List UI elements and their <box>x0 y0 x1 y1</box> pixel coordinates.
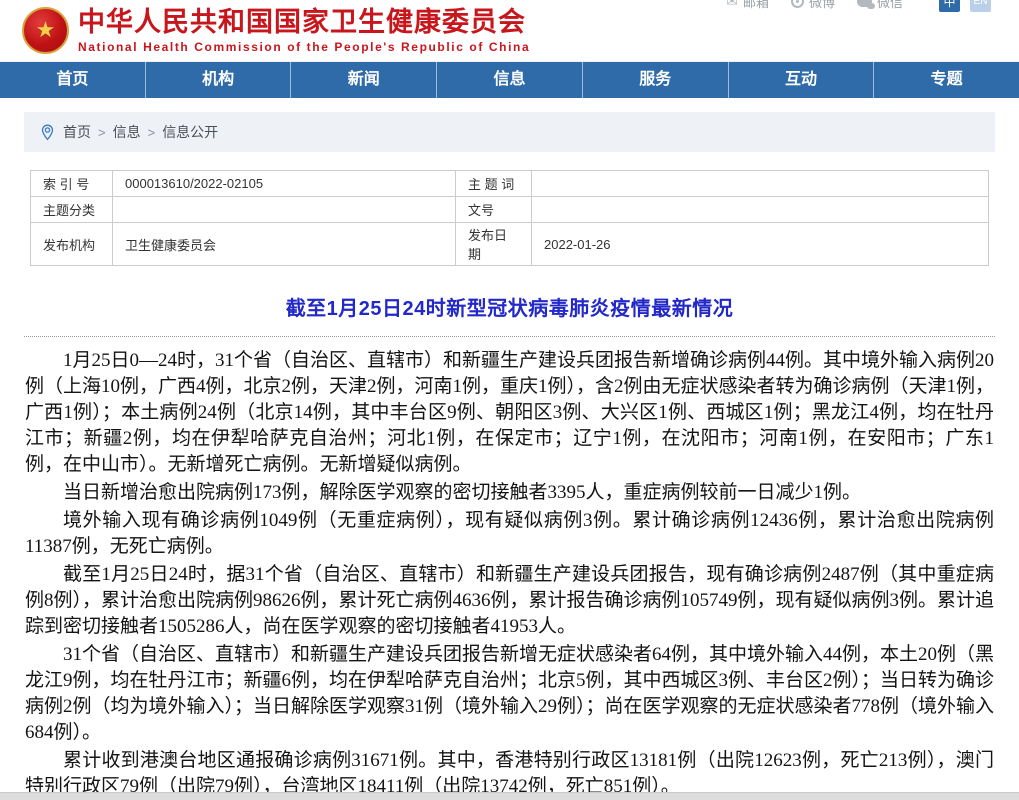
nav-item-services[interactable]: 服务 <box>582 62 728 98</box>
meta-table-row: 主题分类 文号 <box>31 197 989 223</box>
article-paragraph: 截至1月25日24时，据31个省（自治区、直辖市）和新疆生产建设兵团报告，现有确… <box>25 562 994 640</box>
breadcrumb: 首页 > 信息 > 信息公开 <box>24 112 995 152</box>
national-emblem-logo[interactable]: ★ <box>22 7 69 54</box>
breadcrumb-separator: > <box>98 125 106 140</box>
article-paragraph: 当日新增治愈出院病例173例，解除医学观察的密切接触者3395人，重症病例较前一… <box>25 480 994 506</box>
site-header: ★ 中华人民共和国国家卫生健康委员会 National Health Commi… <box>0 0 1019 62</box>
nav-item-home[interactable]: 首页 <box>0 62 145 98</box>
site-titles: 中华人民共和国国家卫生健康委员会 National Health Commiss… <box>78 6 530 54</box>
emblem-star-icon: ★ <box>36 19 56 41</box>
meta-table: 索 引 号 000013610/2022-02105 主 题 词 主题分类 文号… <box>30 170 989 266</box>
mail-link[interactable]: ✉ 邮箱 <box>726 0 769 11</box>
site-subtitle: National Health Commission of the People… <box>78 40 530 54</box>
location-pin-icon <box>41 124 54 141</box>
site-title: 中华人民共和国国家卫生健康委员会 <box>78 6 530 38</box>
meta-label-publish-date: 发布日期 <box>456 223 532 266</box>
weibo-icon <box>791 0 804 8</box>
breadcrumb-info-disclosure[interactable]: 信息公开 <box>162 122 218 142</box>
main-nav: 首页 机构 新闻 信息 服务 互动 专题 <box>0 62 1019 98</box>
article-paragraph: 31个省（自治区、直辖市）和新疆生产建设兵团报告新增无症状感染者64例，其中境外… <box>25 642 994 746</box>
nav-item-organization[interactable]: 机构 <box>145 62 291 98</box>
wechat-link-label: 微信 <box>877 0 903 11</box>
dotted-divider <box>24 336 995 337</box>
meta-label-index-number: 索 引 号 <box>31 171 113 197</box>
weibo-link[interactable]: 微博 <box>791 0 835 11</box>
lang-zh-button[interactable]: 中 <box>939 0 960 12</box>
nav-item-topics[interactable]: 专题 <box>873 62 1019 98</box>
meta-label-subject-words: 主 题 词 <box>456 171 532 197</box>
article-paragraph: 境外输入现有确诊病例1049例（无重症病例），现有疑似病例3例。累计确诊病例12… <box>25 508 994 560</box>
nav-item-information[interactable]: 信息 <box>436 62 582 98</box>
article-body: 1月25日0—24时，31个省（自治区、直辖市）和新疆生产建设兵团报告新增确诊病… <box>25 348 994 800</box>
meta-table-row: 发布机构 卫生健康委员会 发布日期 2022-01-26 <box>31 223 989 266</box>
meta-value-issuing-agency: 卫生健康委员会 <box>113 223 456 266</box>
page-title: 截至1月25日24时新型冠状病毒肺炎疫情最新情况 <box>24 292 995 321</box>
meta-value-topic-category <box>113 197 456 223</box>
meta-label-document-number: 文号 <box>456 197 532 223</box>
wechat-icon <box>857 0 872 7</box>
meta-value-index-number: 000013610/2022-02105 <box>113 171 456 197</box>
meta-label-topic-category: 主题分类 <box>31 197 113 223</box>
mail-icon: ✉ <box>726 0 738 10</box>
meta-value-subject-words <box>532 171 989 197</box>
mail-link-label: 邮箱 <box>743 0 769 11</box>
lang-en-button[interactable]: EN <box>970 0 991 12</box>
footer-strip <box>0 792 1019 800</box>
meta-value-publish-date: 2022-01-26 <box>532 223 989 266</box>
meta-value-document-number <box>532 197 989 223</box>
nav-item-interaction[interactable]: 互动 <box>728 62 874 98</box>
meta-label-issuing-agency: 发布机构 <box>31 223 113 266</box>
article-paragraph: 1月25日0—24时，31个省（自治区、直辖市）和新疆生产建设兵团报告新增确诊病… <box>25 348 994 478</box>
meta-table-row: 索 引 号 000013610/2022-02105 主 题 词 <box>31 171 989 197</box>
breadcrumb-separator: > <box>148 125 156 140</box>
weibo-link-label: 微博 <box>809 0 835 11</box>
wechat-link[interactable]: 微信 <box>857 0 903 11</box>
nav-item-news[interactable]: 新闻 <box>290 62 436 98</box>
header-quick-links: ✉ 邮箱 微博 微信 中 EN <box>726 0 991 12</box>
breadcrumb-home[interactable]: 首页 <box>63 122 91 142</box>
breadcrumb-information[interactable]: 信息 <box>113 122 141 142</box>
page: ★ 中华人民共和国国家卫生健康委员会 National Health Commi… <box>0 0 1019 800</box>
